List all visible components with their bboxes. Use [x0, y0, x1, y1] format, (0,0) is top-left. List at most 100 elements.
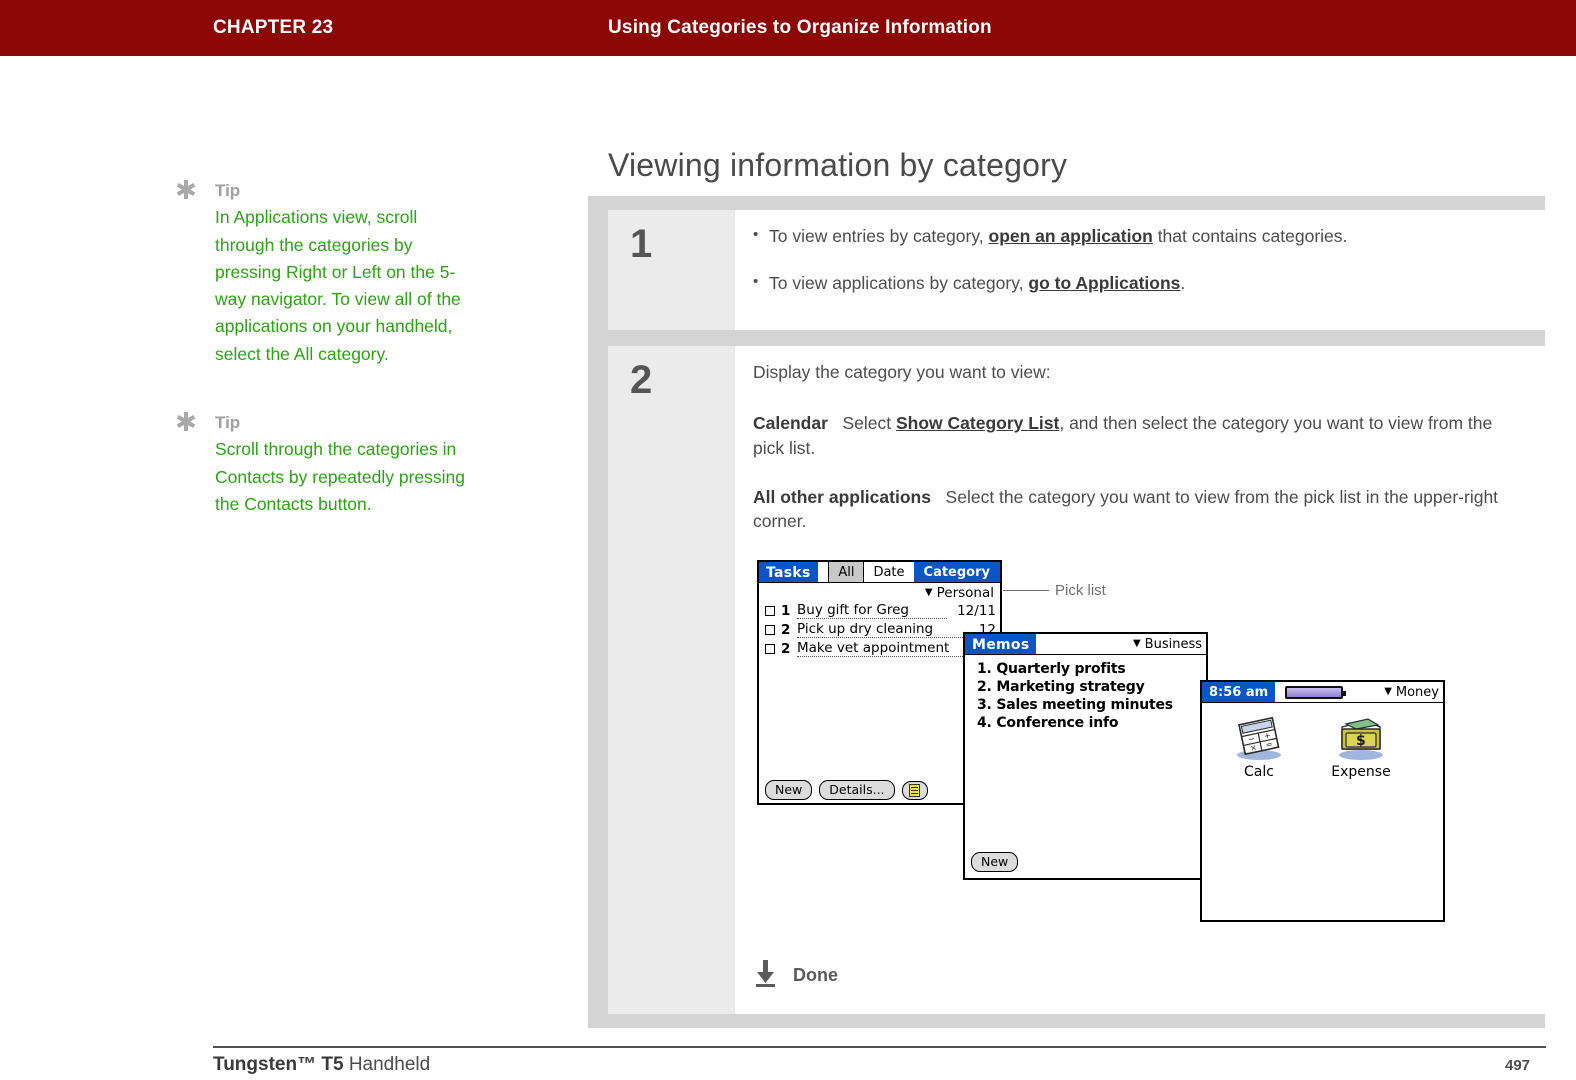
tasks-new-button[interactable]: New — [765, 780, 813, 801]
sidebar-tips: ✱ Tip In Applications view, scroll throu… — [0, 175, 520, 544]
chapter-title: Using Categories to Organize Information — [608, 17, 992, 38]
memos-category-picklist[interactable]: ▼ Business — [1133, 634, 1206, 654]
note-icon[interactable] — [901, 780, 928, 800]
callout-leader-line — [1003, 589, 1049, 592]
pda-window-applications: 8:56 am ▼ Money − + × = Calc $ Expense — [1200, 680, 1445, 923]
bullet-dot-icon: • — [753, 272, 759, 290]
tip-heading: Tip — [215, 413, 241, 433]
steps-panel: 1 • To view entries by category, open an… — [588, 196, 1545, 1028]
money-wallet-icon: $ — [1322, 715, 1400, 763]
table-row[interactable]: 1 Buy gift for Greg 12/11 — [759, 601, 1000, 620]
page-number: 497 — [1505, 1057, 1531, 1074]
open-an-application-link[interactable]: open an application — [989, 226, 1153, 246]
task-name: Buy gift for Greg — [797, 602, 948, 620]
chapter-header-bar: CHAPTER 23 Using Categories to Organize … — [0, 0, 1576, 56]
task-name: Make vet appointment — [797, 640, 969, 658]
pda-screenshot-group: Pick list Tasks All Date Category ▼ Pers… — [753, 560, 1523, 952]
bullet-item: • To view entries by category, open an a… — [753, 224, 1523, 249]
step2-intro: Display the category you want to view: — [753, 362, 1051, 382]
memos-footer-toolbar: New — [971, 852, 1019, 873]
app-label: Expense — [1331, 764, 1391, 781]
task-checkbox[interactable] — [765, 624, 775, 635]
clock-time: 8:56 am — [1202, 682, 1276, 703]
step-content: Display the category you want to view: C… — [735, 346, 1545, 1014]
footer-product-rest: Handheld — [343, 1054, 431, 1075]
step-content: • To view entries by category, open an a… — [735, 210, 1545, 330]
done-row: Done — [753, 958, 1523, 993]
go-to-applications-link[interactable]: go to Applications — [1028, 273, 1180, 293]
memos-category-value: Business — [1144, 636, 1202, 652]
tip-body: In Applications view, scroll through the… — [215, 207, 461, 364]
applications-category-value: Money — [1395, 684, 1439, 700]
picklist-callout-label: Pick list — [1055, 582, 1106, 600]
tasks-details-button[interactable]: Details... — [819, 780, 895, 801]
task-priority: 2 — [781, 621, 791, 638]
tip-block-1: ✱ Tip In Applications view, scroll throu… — [0, 175, 520, 368]
bullet-text-post: that contains categories. — [1152, 226, 1348, 246]
chapter-label: CHAPTER 23 — [213, 17, 334, 38]
done-label: Done — [793, 965, 838, 986]
page-title: Viewing information by category — [608, 147, 1068, 184]
bullet-text-post: . — [1180, 272, 1186, 293]
battery-icon — [1285, 685, 1347, 699]
picklist-callout: Pick list — [1003, 582, 1106, 599]
footer-divider — [213, 1046, 1546, 1048]
bullet-text-pre: To view entries by category, — [769, 226, 989, 246]
chevron-down-icon: ▼ — [1384, 686, 1392, 698]
task-checkbox[interactable] — [765, 643, 775, 654]
chevron-down-icon: ▼ — [1132, 638, 1141, 650]
all-other-applications-label: All other applications — [753, 486, 931, 507]
list-item[interactable]: 1. Quarterly profits — [965, 660, 1206, 678]
footer-product-name: Tungsten™ T5 Handheld — [213, 1054, 430, 1076]
list-item[interactable]: 2. Marketing strategy — [965, 678, 1206, 696]
tasks-app-title: Tasks — [759, 562, 818, 583]
task-date: 12/11 — [957, 602, 996, 619]
tasks-filter-all-button[interactable]: All — [828, 562, 865, 583]
task-priority: 2 — [781, 640, 791, 657]
asterisk-icon: ✱ — [175, 407, 197, 438]
memos-new-button[interactable]: New — [971, 852, 1019, 873]
step2-other-apps-paragraph: All other applications Select the catego… — [753, 485, 1523, 535]
applications-title-bar: 8:56 am ▼ Money — [1202, 682, 1443, 704]
step-2: 2 Display the category you want to view:… — [608, 346, 1545, 1014]
tip-block-2: ✱ Tip Scroll through the categories in C… — [0, 407, 520, 518]
bullet-text-pre: To view applications by category, — [769, 272, 1029, 293]
step-number: 2 — [608, 346, 735, 1014]
bullet-item: • To view applications by category, go t… — [753, 271, 1523, 296]
app-launcher-calc[interactable]: − + × = Calc — [1220, 715, 1298, 780]
tasks-filter-category-button[interactable]: Category — [913, 562, 1000, 583]
download-arrow-icon — [753, 958, 779, 993]
task-checkbox[interactable] — [765, 605, 775, 616]
tasks-category-picklist[interactable]: ▼ Personal — [759, 583, 1000, 601]
step-number: 1 — [608, 210, 735, 330]
tip-body: Scroll through the categories in Contact… — [215, 439, 465, 514]
task-priority: 1 — [781, 602, 791, 619]
step2-calendar-paragraph: Calendar Select Show Category List, and … — [753, 411, 1523, 461]
chevron-down-icon: ▼ — [924, 587, 933, 599]
asterisk-icon: ✱ — [175, 175, 197, 205]
task-name: Pick up dry cleaning — [797, 621, 969, 639]
app-launcher-expense[interactable]: $ Expense — [1322, 715, 1400, 780]
bullet-text: To view applications by category, go to … — [769, 271, 1523, 296]
svg-text:$: $ — [1356, 733, 1366, 749]
list-item[interactable]: 3. Sales meeting minutes — [965, 696, 1206, 714]
tip-heading: Tip — [215, 181, 241, 200]
bullet-dot-icon: • — [753, 226, 759, 243]
titlebar-spacer — [1036, 634, 1133, 654]
step-1: 1 • To view entries by category, open an… — [608, 210, 1545, 330]
application-icon-grid: − + × = Calc $ Expense — [1202, 703, 1443, 780]
show-category-list-link[interactable]: Show Category List — [896, 413, 1059, 433]
list-item[interactable]: 4. Conference info — [965, 714, 1206, 732]
calendar-label: Calendar — [753, 412, 828, 433]
app-label: Calc — [1244, 764, 1274, 781]
calendar-pre: Select — [842, 412, 896, 433]
titlebar-spacer — [1343, 682, 1384, 702]
tasks-filter-date-button[interactable]: Date — [863, 562, 915, 583]
footer-product-bold: Tungsten™ T5 — [213, 1054, 344, 1075]
applications-category-picklist[interactable]: ▼ Money — [1384, 682, 1443, 702]
tasks-title-bar: Tasks All Date Category — [759, 562, 1000, 584]
calculator-icon: − + × = — [1220, 715, 1298, 763]
tasks-category-value: Personal — [936, 585, 994, 602]
memos-title-bar: Memos ▼ Business — [965, 634, 1206, 656]
bullet-text: To view entries by category, open an app… — [769, 224, 1523, 249]
